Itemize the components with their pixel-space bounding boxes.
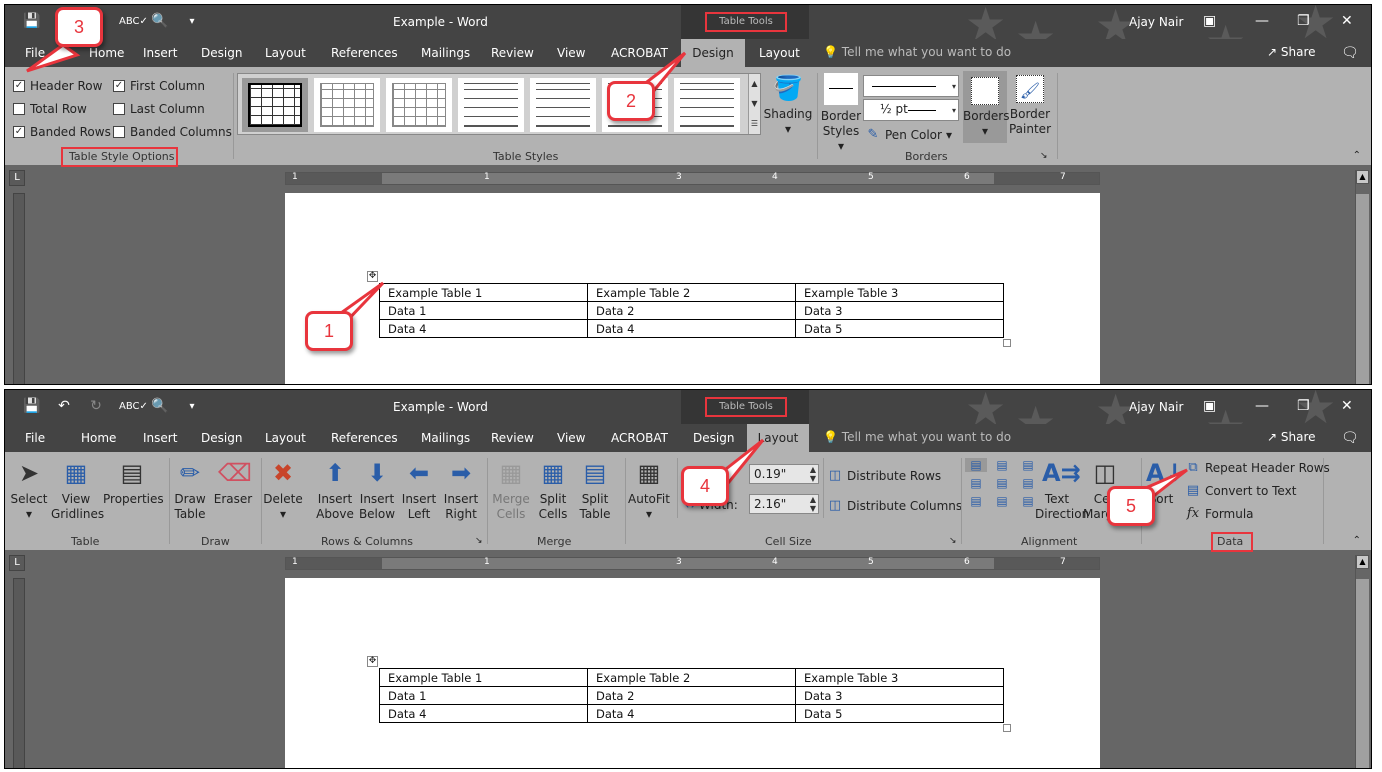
screenshot-layout-tab: 💾 ↶ ↻ ABC✓ 🔍 ▾ Example - Word Table Tool… [4,389,1372,769]
callout-1: 1 [305,311,353,351]
callout-pointers [26,43,687,329]
callout-4: 4 [681,466,729,506]
callout-3: 3 [55,7,103,47]
callout-2: 2 [607,81,655,121]
screenshot-design-tab: 💾 ↶ ↻ ABC✓ 🔍 ▾ Example - Word Table Tool… [4,4,1372,385]
callout-pointers [714,438,1188,500]
callout-5: 5 [1107,486,1155,526]
